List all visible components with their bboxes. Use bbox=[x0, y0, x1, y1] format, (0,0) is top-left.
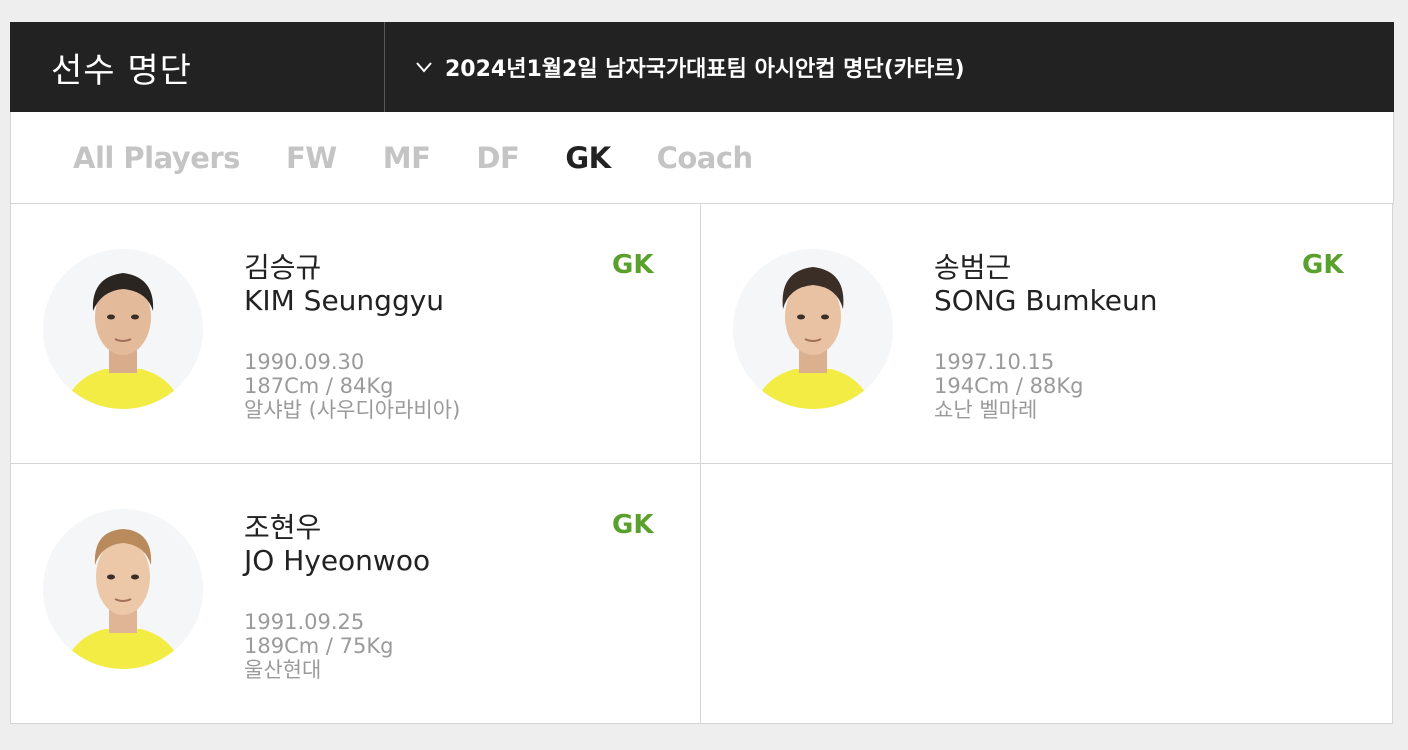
page-title: 선수 명단 bbox=[10, 22, 385, 112]
player-name-korean: 조현우 bbox=[244, 511, 322, 544]
player-height-weight: 187Cm / 84Kg bbox=[244, 374, 394, 398]
tab-all-players[interactable]: All Players bbox=[73, 141, 240, 175]
tab-fw[interactable]: FW bbox=[286, 141, 337, 175]
chevron-down-icon bbox=[416, 62, 432, 73]
player-info: 1990.09.30 187Cm / 84Kg 알샤밥 (사우디아라비아) bbox=[244, 350, 460, 422]
roster-select-dropdown[interactable]: 2024년1월2일 남자국가대표팀 아시안컵 명단(카타르) bbox=[385, 22, 1394, 112]
player-height-weight: 189Cm / 75Kg bbox=[244, 634, 394, 658]
player-photo bbox=[43, 249, 203, 409]
player-photo bbox=[43, 509, 203, 669]
player-name-english: JO Hyeonwoo bbox=[244, 544, 431, 577]
player-club: 쇼난 벨마레 bbox=[934, 398, 1038, 422]
tab-gk[interactable]: GK bbox=[565, 141, 611, 175]
position-badge: GK bbox=[1302, 250, 1344, 280]
roster-header: 선수 명단 2024년1월2일 남자국가대표팀 아시안컵 명단(카타르) bbox=[10, 22, 1394, 112]
player-name-korean: 송범근 bbox=[934, 251, 1012, 284]
player-club: 울산현대 bbox=[244, 658, 322, 682]
position-tabs: All Players FW MF DF GK Coach bbox=[10, 112, 1394, 204]
player-name-english: KIM Seunggyu bbox=[244, 284, 445, 317]
position-badge: GK bbox=[612, 510, 654, 540]
player-birthdate: 1997.10.15 bbox=[934, 350, 1055, 374]
player-name-korean: 김승규 bbox=[244, 251, 322, 284]
empty-card-slot bbox=[701, 464, 1393, 724]
tab-df[interactable]: DF bbox=[476, 141, 519, 175]
player-info: 1991.09.25 189Cm / 75Kg 울산현대 bbox=[244, 610, 393, 682]
roster-panel: 선수 명단 2024년1월2일 남자국가대표팀 아시안컵 명단(카타르) All… bbox=[10, 22, 1394, 724]
player-birthdate: 1991.09.25 bbox=[244, 610, 365, 634]
position-badge: GK bbox=[612, 250, 654, 280]
roster-select-value: 2024년1월2일 남자국가대표팀 아시안컵 명단(카타르) bbox=[445, 57, 965, 82]
player-height-weight: 194Cm / 88Kg bbox=[934, 374, 1084, 398]
player-info: 1997.10.15 194Cm / 88Kg 쇼난 벨마레 bbox=[934, 350, 1083, 422]
tab-mf[interactable]: MF bbox=[383, 141, 431, 175]
player-grid: 김승규 KIM Seunggyu GK 1990.09.30 187Cm / 8… bbox=[10, 204, 1394, 724]
player-name-english: SONG Bumkeun bbox=[934, 284, 1158, 317]
tab-coach[interactable]: Coach bbox=[657, 141, 754, 175]
player-card[interactable]: 조현우 JO Hyeonwoo GK 1991.09.25 189Cm / 75… bbox=[11, 464, 701, 724]
player-card[interactable]: 김승규 KIM Seunggyu GK 1990.09.30 187Cm / 8… bbox=[11, 204, 701, 464]
player-card[interactable]: 송범근 SONG Bumkeun GK 1997.10.15 194Cm / 8… bbox=[701, 204, 1393, 464]
player-photo bbox=[733, 249, 893, 409]
player-birthdate: 1990.09.30 bbox=[244, 350, 365, 374]
player-club: 알샤밥 (사우디아라비아) bbox=[244, 398, 461, 422]
